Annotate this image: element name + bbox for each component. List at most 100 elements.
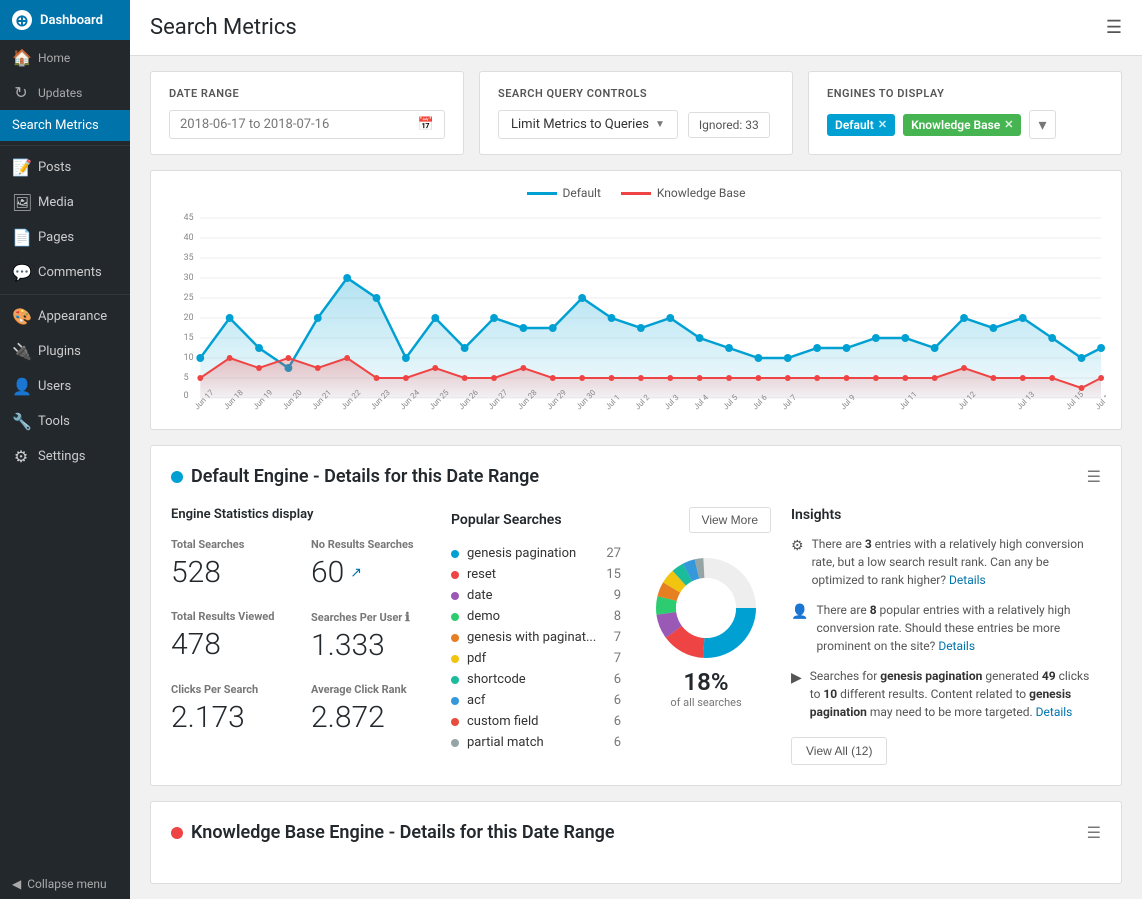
- external-link-icon[interactable]: ↗: [350, 565, 362, 581]
- stat-number: 478: [171, 627, 221, 662]
- home-icon: 🏠: [12, 48, 30, 67]
- engine-stats-title: Engine Statistics display: [171, 507, 431, 522]
- popular-dot: [451, 571, 459, 579]
- sidebar-item-label: Settings: [38, 449, 85, 464]
- media-icon: 🖼: [12, 193, 30, 212]
- default-engine-section: Default Engine - Details for this Date R…: [150, 445, 1122, 786]
- popular-list: genesis pagination27reset15date9demo8gen…: [451, 543, 621, 753]
- legend-default-label: Default: [563, 186, 601, 200]
- info-icon[interactable]: ℹ: [405, 610, 410, 624]
- stat-label: Average Click Rank: [311, 683, 431, 696]
- popular-list-item: acf6: [451, 690, 621, 711]
- popular-content: genesis pagination27reset15date9demo8gen…: [451, 543, 771, 753]
- engines-row: Default ✕ Knowledge Base ✕ ▾: [827, 110, 1103, 139]
- svg-text:20: 20: [184, 313, 194, 323]
- default-section-options-icon[interactable]: ☰: [1087, 467, 1101, 486]
- query-row: Limit Metrics to Queries ▼ Ignored: 33: [498, 110, 774, 139]
- legend-knowledge-label: Knowledge Base: [657, 186, 746, 200]
- date-range-input[interactable]: 2018-06-17 to 2018-07-16 📅: [169, 110, 445, 139]
- sidebar-item-tools[interactable]: 🔧 Tools: [0, 404, 130, 439]
- remove-default-icon[interactable]: ✕: [878, 118, 887, 131]
- sidebar-item-plugins[interactable]: 🔌 Plugins: [0, 334, 130, 369]
- wordpress-icon: [12, 10, 32, 30]
- popular-count: 9: [614, 588, 621, 603]
- sidebar-item-label: Comments: [38, 265, 102, 280]
- view-all-button[interactable]: View All (12): [791, 737, 887, 765]
- sidebar-item-updates[interactable]: ↻ Updates: [0, 75, 130, 110]
- sidebar-item-pages[interactable]: 📄 Pages: [0, 220, 130, 255]
- svg-text:40: 40: [184, 233, 194, 243]
- stat-value-total-searches: 528: [171, 555, 291, 590]
- insight-item: ⚙There are 3 entries with a relatively h…: [791, 535, 1101, 589]
- legend-default: Default: [527, 186, 601, 200]
- popular-dot: [451, 676, 459, 684]
- stat-value-clicks-per-search: 2.173: [171, 700, 291, 735]
- settings-icon: ⚙: [12, 447, 30, 466]
- sidebar-item-appearance[interactable]: 🎨 Appearance: [0, 299, 130, 334]
- sidebar-divider: [0, 145, 130, 146]
- default-section-header: Default Engine - Details for this Date R…: [171, 466, 1101, 487]
- stats-left: Engine Statistics display Total Searches…: [171, 507, 431, 765]
- popular-list-item: demo 8: [451, 606, 621, 627]
- popular-header: Popular Searches View More: [451, 507, 771, 533]
- sidebar-item-label: Plugins: [38, 344, 81, 359]
- stat-clicks-per-search: Clicks Per Search 2.173: [171, 683, 291, 735]
- stat-results-viewed: Total Results Viewed 478: [171, 610, 291, 663]
- stat-label: Clicks Per Search: [171, 683, 291, 696]
- sidebar-logo-text: Dashboard: [40, 13, 103, 28]
- sidebar-item-media[interactable]: 🖼 Media: [0, 185, 130, 220]
- stats-middle: Popular Searches View More genesis pagin…: [451, 507, 771, 765]
- popular-list-item: custom field6: [451, 711, 621, 732]
- view-more-button[interactable]: View More: [689, 507, 771, 533]
- limit-metrics-dropdown[interactable]: Limit Metrics to Queries ▼: [498, 110, 678, 139]
- popular-list-item: genesis with paginat...7: [451, 627, 621, 648]
- popular-dot: [451, 655, 459, 663]
- hamburger-icon[interactable]: ☰: [1106, 17, 1122, 38]
- sidebar-item-posts[interactable]: 📝 Posts: [0, 150, 130, 185]
- popular-name: date: [467, 588, 606, 603]
- stat-value-no-results: 60 ↗: [311, 555, 431, 590]
- stat-label: Total Searches: [171, 538, 291, 551]
- popular-count: 8: [614, 609, 621, 624]
- remove-knowledge-icon[interactable]: ✕: [1004, 118, 1013, 131]
- sidebar-item-users[interactable]: 👤 Users: [0, 369, 130, 404]
- collapse-icon: ◀: [12, 877, 21, 891]
- popular-dot: [451, 550, 459, 558]
- sidebar-item-settings[interactable]: ⚙ Settings: [0, 439, 130, 474]
- donut-percent: 18%: [670, 668, 741, 696]
- main-content: Search Metrics ☰ Date Range 2018-06-17 t…: [130, 0, 1142, 899]
- sidebar-item-home[interactable]: 🏠 Home: [0, 40, 130, 75]
- sidebar-logo[interactable]: Dashboard: [0, 0, 130, 40]
- sidebar-item-comments[interactable]: 💬 Comments: [0, 255, 130, 290]
- sidebar-item-search-metrics[interactable]: Search Metrics: [0, 110, 130, 141]
- controls-row: Date Range 2018-06-17 to 2018-07-16 📅 Se…: [130, 56, 1142, 170]
- popular-dot: [451, 697, 459, 705]
- chart-svg: 45 40 35 30 25 20 15 10 5 0: [166, 210, 1106, 410]
- date-range-value: 2018-06-17 to 2018-07-16: [180, 117, 329, 132]
- default-dot: [171, 471, 183, 483]
- engine-tag-default[interactable]: Default ✕: [827, 114, 895, 136]
- legend-default-line: [527, 192, 557, 195]
- sidebar-item-label: Media: [38, 195, 74, 210]
- popular-name: demo: [467, 609, 606, 624]
- sidebar-nav: 🏠 Home ↻ Updates Search Metrics 📝 Posts …: [0, 40, 130, 869]
- date-range-label: Date Range: [169, 87, 445, 100]
- default-title-text: Default Engine - Details for this Date R…: [191, 466, 539, 487]
- sidebar-item-label: Updates: [38, 86, 82, 100]
- stat-no-results: No Results Searches 60 ↗: [311, 538, 431, 590]
- engines-dropdown[interactable]: ▾: [1029, 110, 1055, 139]
- popular-name: shortcode: [467, 672, 606, 687]
- popular-count: 6: [614, 714, 621, 729]
- engine-tag-knowledge[interactable]: Knowledge Base ✕: [903, 114, 1021, 136]
- stats-content: Engine Statistics display Total Searches…: [171, 507, 1101, 765]
- insights-list: ⚙There are 3 entries with a relatively h…: [791, 535, 1101, 721]
- popular-dot: [451, 592, 459, 600]
- popular-list-item: genesis pagination27: [451, 543, 621, 564]
- popular-title: Popular Searches: [451, 512, 562, 528]
- engines-label: Engines to display: [827, 87, 1103, 100]
- svg-text:5: 5: [184, 373, 189, 383]
- kb-section-options-icon[interactable]: ☰: [1087, 823, 1101, 842]
- posts-icon: 📝: [12, 158, 30, 177]
- collapse-menu-button[interactable]: ◀ Collapse menu: [0, 869, 130, 899]
- popular-name: acf: [467, 693, 606, 708]
